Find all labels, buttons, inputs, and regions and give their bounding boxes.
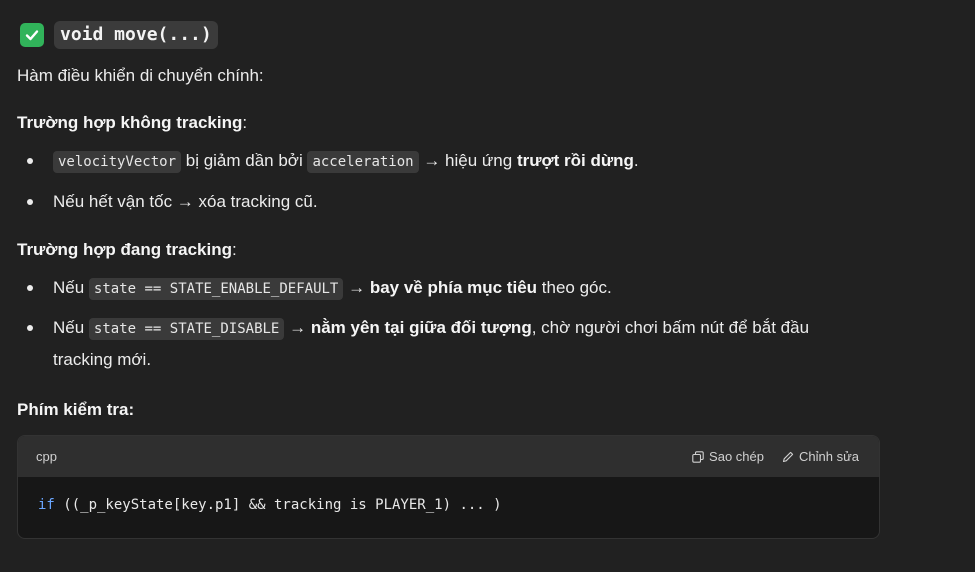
checkmark-icon bbox=[20, 23, 44, 47]
section2-title-suffix: : bbox=[232, 240, 237, 259]
list-item-text: , chờ người chơi bấm nút để bắt đầu bbox=[531, 318, 810, 337]
heading-code: void move(...) bbox=[54, 21, 218, 49]
list-item-text: Nếu bbox=[53, 278, 89, 297]
list-item-text: theo góc. bbox=[537, 278, 612, 297]
code-content: if ((_p_keyState[key.p1] && tracking is … bbox=[18, 477, 879, 513]
section2-title-prefix: Trường hợp bbox=[17, 240, 121, 259]
copy-code-button[interactable]: Sao chép bbox=[692, 449, 764, 464]
list-item-text: bị giảm dần bởi bbox=[181, 151, 308, 170]
section2-title-bold: đang tracking bbox=[120, 240, 232, 259]
code-language-label: cpp bbox=[36, 449, 57, 464]
code-block-header: cpp Sao chép Chỉnh sửa bbox=[18, 436, 879, 477]
list-item: Nếu state == STATE_DISABLE → nằm yên tại… bbox=[53, 312, 809, 345]
section1-title-bold: không tracking bbox=[120, 113, 243, 132]
copy-code-label: Sao chép bbox=[709, 449, 764, 464]
bullet-dot bbox=[27, 285, 33, 291]
bullet-dot bbox=[27, 158, 33, 164]
bullet-dot bbox=[27, 199, 33, 205]
section1-title-suffix: : bbox=[242, 113, 248, 132]
inline-code: state == STATE_DISABLE bbox=[88, 318, 285, 340]
list-item: Nếu hết vận tốc → xóa tracking cũ. bbox=[53, 192, 318, 211]
list-item-continuation: tracking mới. bbox=[53, 350, 152, 369]
section2-title: Trường hợp đang tracking: bbox=[17, 238, 237, 262]
list-item-text: → bbox=[343, 278, 370, 297]
list-item-text: Nếu bbox=[53, 318, 89, 337]
inline-code: velocityVector bbox=[53, 151, 182, 173]
pencil-icon bbox=[782, 451, 794, 462]
code-text: ((_p_keyState[key.p1] && tracking is PLA… bbox=[54, 497, 502, 513]
chat-message: void move(...) Hàm điều khiển di chuyển … bbox=[0, 0, 975, 572]
copy-icon bbox=[692, 450, 704, 463]
intro-text: Hàm điều khiển di chuyển chính: bbox=[17, 66, 264, 85]
list-item: Nếu state == STATE_ENABLE_DEFAULT → bay … bbox=[53, 272, 612, 305]
keys-title: Phím kiểm tra: bbox=[17, 398, 134, 422]
code-actions: Sao chép Chỉnh sửa bbox=[692, 449, 859, 464]
list-item-text: . bbox=[633, 151, 639, 170]
list-item: velocityVector bị giảm dần bởi accelerat… bbox=[53, 145, 639, 178]
section-heading: void move(...) bbox=[20, 20, 218, 50]
bullet-dot bbox=[27, 325, 33, 331]
code-block: cpp Sao chép Chỉnh sửa if ((_p_keyState[… bbox=[17, 435, 880, 539]
list-item-bold: bay về phía mục tiêu bbox=[369, 278, 538, 297]
inline-code: acceleration bbox=[307, 151, 419, 173]
edit-code-button[interactable]: Chỉnh sửa bbox=[782, 449, 859, 464]
inline-code: state == STATE_ENABLE_DEFAULT bbox=[88, 278, 344, 300]
list-item-bold: trượt rồi dừng bbox=[516, 151, 634, 170]
section1-title-prefix: Trường hợp bbox=[17, 113, 121, 132]
edit-code-label: Chỉnh sửa bbox=[798, 449, 859, 464]
section1-title: Trường hợp không tracking: bbox=[17, 111, 247, 135]
list-item-bold: nằm yên tại giữa đối tượng bbox=[310, 318, 532, 337]
list-item-text: → bbox=[284, 318, 311, 337]
code-keyword: if bbox=[38, 497, 55, 513]
list-item-text: → hiệu ứng bbox=[418, 151, 517, 170]
keys-title-text: Phím kiểm tra: bbox=[17, 400, 135, 419]
